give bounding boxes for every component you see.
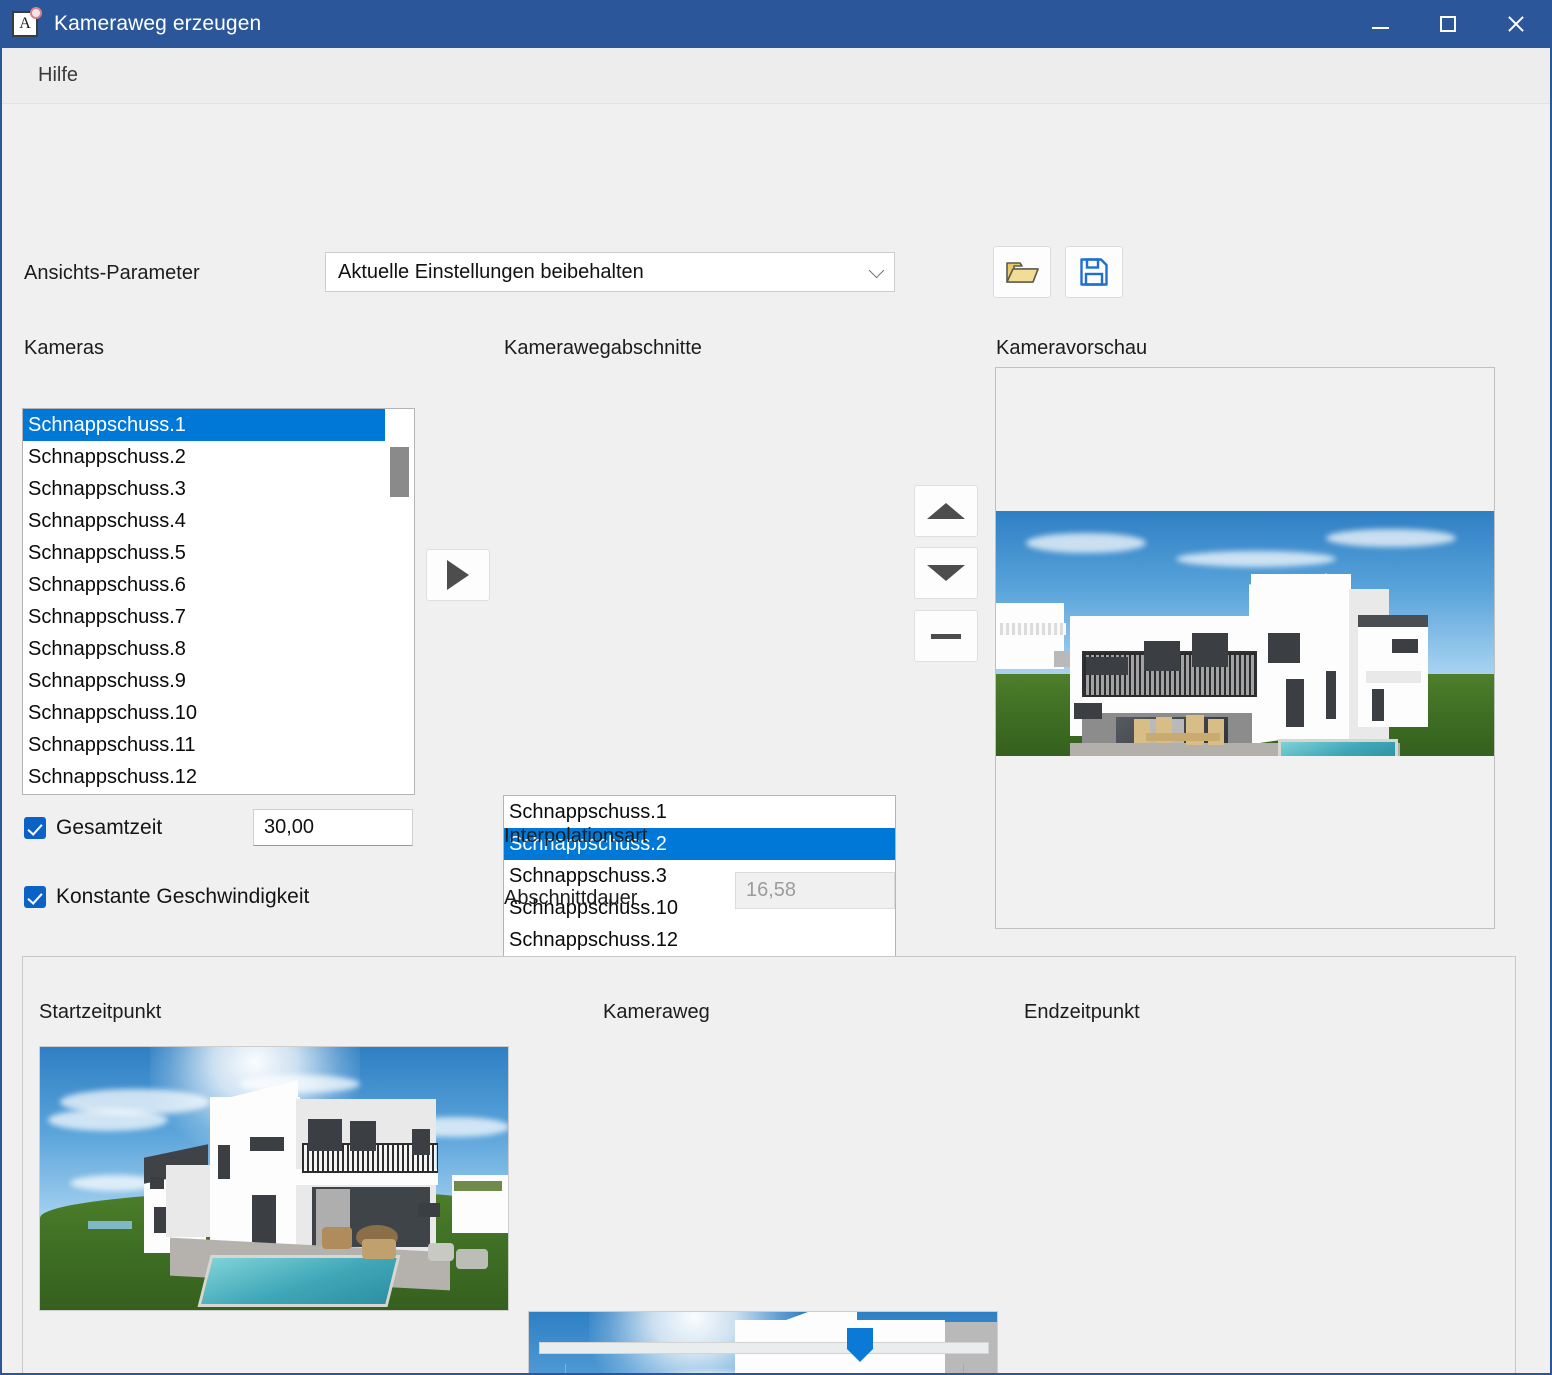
camera-list-item[interactable]: Schnappschuss.6 [23, 569, 414, 601]
camera-preview-panel [995, 367, 1495, 929]
camera-list-item-label: Schnappschuss.7 [28, 606, 186, 628]
play-arrow-right-icon [447, 560, 469, 590]
path-section-item-label: Schnappschuss.12 [509, 929, 679, 951]
path-section-item[interactable]: Schnappschuss.1 [504, 796, 895, 828]
maximize-icon[interactable] [1414, 0, 1482, 48]
move-up-button[interactable] [914, 485, 978, 537]
camera-list-item[interactable]: Schnappschuss.5 [23, 537, 414, 569]
camera-list-item-label: Schnappschuss.8 [28, 638, 186, 660]
move-down-button[interactable] [914, 547, 978, 599]
camera-list-item[interactable]: Schnappschuss.9 [23, 665, 414, 697]
camera-list-item[interactable]: Schnappschuss.11 [23, 729, 414, 761]
menu-bar: Hilfe [2, 48, 1550, 104]
end-time-label: Endzeitpunkt [1024, 1001, 1140, 1023]
slider-track[interactable] [539, 1342, 989, 1354]
camera-list-item[interactable]: Schnappschuss.10 [23, 697, 414, 729]
app-document-icon: A [10, 7, 42, 39]
chevron-down-icon [868, 262, 885, 279]
path-section-item-label: Schnappschuss.3 [509, 865, 667, 887]
camera-list-item[interactable]: Schnappschuss.4 [23, 505, 414, 537]
camera-preview-render [996, 511, 1494, 756]
constant-speed-label: Konstante Geschwindigkeit [56, 885, 310, 908]
minus-icon [931, 633, 961, 639]
camera-list-item[interactable]: Schnappschuss.1 [23, 409, 414, 441]
cameras-list[interactable]: Schnappschuss.1 Schnappschuss.2 Schnappsch… [22, 408, 415, 795]
window-controls [1346, 0, 1550, 48]
interpolation-label: Interpolationsart [504, 825, 648, 847]
slider-tick-start [565, 1364, 566, 1373]
folder-open-icon [1006, 262, 1039, 283]
title-bar: A Kameraweg erzeugen [2, 0, 1550, 48]
view-parameter-select[interactable]: Aktuelle Einstellungen beibehalten [325, 252, 895, 292]
arrow-up-icon [927, 503, 965, 519]
total-time-input[interactable]: 30,00 [253, 809, 413, 846]
section-duration-input: 16,58 [735, 872, 895, 909]
total-time-checkbox[interactable] [24, 817, 46, 839]
load-settings-button[interactable] [993, 246, 1051, 298]
remove-section-button[interactable] [914, 610, 978, 662]
total-time-checkbox-row[interactable]: Gesamtzeit [24, 816, 162, 840]
timeline-panel: Startzeitpunkt Kameraweg Endzeitpunkt [22, 956, 1516, 1373]
camera-list-item[interactable]: Schnappschuss.8 [23, 633, 414, 665]
start-frame-thumbnail[interactable] [39, 1046, 509, 1311]
camera-list-item-label: Schnappschuss.5 [28, 542, 186, 564]
camera-list-item-label: Schnappschuss.4 [28, 510, 186, 532]
camera-list-item[interactable]: Schnappschuss.2 [23, 441, 414, 473]
dialog-window: A Kameraweg erzeugen Hilfe Ansichts-Para… [0, 0, 1552, 1375]
add-camera-button[interactable] [426, 549, 490, 601]
start-time-label: Startzeitpunkt [39, 1001, 162, 1023]
arrow-down-icon [927, 565, 965, 581]
camera-list-item-label: Schnappschuss.6 [28, 574, 186, 596]
slider-thumb[interactable] [846, 1328, 873, 1362]
path-section-item-label: Schnappschuss.1 [509, 801, 667, 823]
section-duration-label: Abschnittdauer [504, 887, 638, 909]
section-duration-value: 16,58 [746, 879, 797, 901]
dialog-content: Ansichts-Parameter Aktuelle Einstellunge… [2, 104, 1550, 1373]
cameras-scrollbar[interactable] [385, 409, 414, 794]
menu-item-hilfe[interactable]: Hilfe [28, 58, 88, 93]
path-section-item[interactable]: Schnappschuss.12 [504, 924, 895, 956]
constant-speed-checkbox[interactable] [24, 886, 46, 908]
view-parameter-value: Aktuelle Einstellungen beibehalten [338, 260, 644, 283]
timeline-slider[interactable] [539, 1328, 989, 1373]
camera-list-item[interactable]: Schnappschuss.3 [23, 473, 414, 505]
total-time-label: Gesamtzeit [56, 816, 163, 839]
window-title: Kameraweg erzeugen [54, 12, 262, 35]
camera-list-item-label: Schnappschuss.11 [28, 734, 196, 756]
minimize-icon[interactable] [1346, 0, 1414, 48]
path-sections-label: Kamerawegabschnitte [504, 337, 702, 359]
camera-list-item-label: Schnappschuss.12 [28, 766, 198, 788]
camera-path-label: Kameraweg [603, 1001, 710, 1023]
total-time-value: 30,00 [264, 816, 315, 838]
camera-list-item-label: Schnappschuss.3 [28, 478, 186, 500]
constant-speed-checkbox-row[interactable]: Konstante Geschwindigkeit [24, 885, 309, 909]
camera-list-item-label: Schnappschuss.9 [28, 670, 186, 692]
camera-list-item-label: Schnappschuss.1 [28, 414, 186, 436]
scrollbar-thumb[interactable] [390, 447, 409, 497]
camera-preview-label: Kameravorschau [996, 337, 1148, 359]
camera-list-item[interactable]: Schnappschuss.7 [23, 601, 414, 633]
floppy-save-icon [1080, 258, 1108, 286]
view-parameter-label: Ansichts-Parameter [24, 262, 200, 284]
camera-list-item[interactable]: Schnappschuss.12 [23, 761, 414, 793]
save-settings-button[interactable] [1065, 246, 1123, 298]
close-icon[interactable] [1482, 0, 1550, 48]
slider-tick-end [963, 1364, 964, 1373]
camera-list-item-label: Schnappschuss.2 [28, 446, 186, 468]
camera-list-item-label: Schnappschuss.10 [28, 702, 198, 724]
cameras-label: Kameras [24, 337, 105, 359]
